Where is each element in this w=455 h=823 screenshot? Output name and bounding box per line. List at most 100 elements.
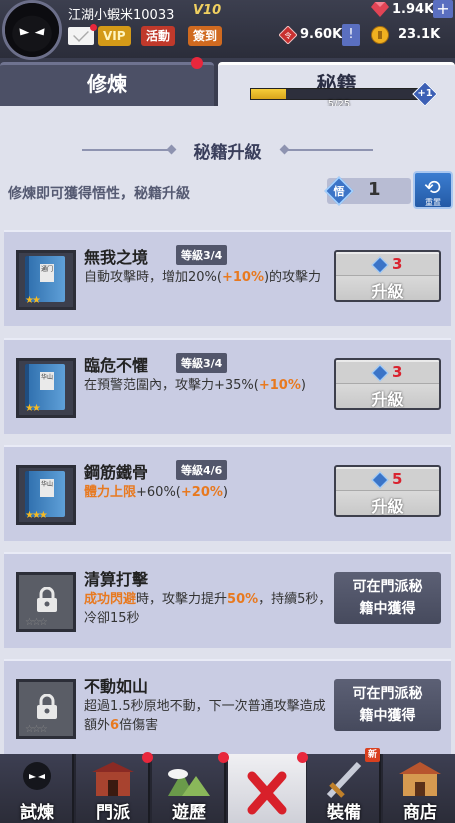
obtain-hint-line: 籍中獲得 — [359, 601, 416, 617]
cost-value: 5 — [392, 470, 403, 488]
event-button[interactable]: 活動 — [141, 26, 176, 46]
nav-shop[interactable]: 商店 — [383, 754, 455, 823]
obtain-hint-button[interactable]: 可在門派秘 籍中獲得 — [334, 679, 441, 731]
notification-dot — [90, 24, 97, 31]
desc-highlight: +10% — [258, 378, 301, 393]
nav-travel[interactable]: 遊歷 — [152, 754, 226, 823]
red-coin-icon: 令 — [279, 26, 297, 44]
close-button[interactable] — [228, 754, 306, 823]
lock-icon — [37, 694, 57, 719]
notification-dot — [297, 752, 308, 763]
desc-highlight: 6 — [110, 718, 120, 733]
skill-description: 成功閃避時，攻擊力提升50%，持續5秒，冷卻15秒 — [84, 590, 334, 628]
scenery-icon — [168, 769, 210, 796]
skill-card: 通门 ★★ 無我之境 等級3/4 自動攻擊時，增加20%(+10%)的攻擊力 3… — [4, 230, 451, 326]
gold-count: 23.1K — [398, 27, 441, 42]
vip-level: V10 — [193, 3, 222, 18]
obtain-hint-button[interactable]: 可在門派秘 籍中獲得 — [334, 572, 441, 624]
notification-dot — [191, 57, 203, 69]
insight-icon — [371, 471, 389, 489]
nav-label: 裝備 — [327, 803, 361, 823]
refresh-icon: ⟲ — [424, 175, 441, 199]
gem-count: 1.94K — [392, 2, 435, 17]
upgrade-button[interactable]: 3 升級 — [334, 250, 441, 302]
subtitle: 修煉即可獲得悟性，秘籍升級 — [8, 186, 190, 202]
desc-highlight: 50% — [227, 592, 259, 607]
skill-level: 等級3/4 — [176, 245, 228, 265]
main-panel: 秘籍升級 修煉即可獲得悟性，秘籍升級 悟 1 ⟲ 重置 通门 ★★ 無我之境 等… — [0, 106, 455, 755]
obtain-hint-line: 可在門派秘 — [352, 579, 423, 595]
reset-label: 重置 — [425, 198, 441, 207]
gate-icon — [92, 762, 134, 796]
notification-dot — [218, 752, 229, 763]
cost-row: 5 — [336, 469, 439, 491]
skill-card-locked: ☆☆☆ 不動如山 超過1.5秒原地不動，下一次普通攻擊造成額外6倍傷害 可在門派… — [4, 659, 451, 755]
upgrade-label: 升級 — [371, 390, 404, 409]
svg-text:令: 令 — [285, 31, 292, 40]
progress-fill — [251, 89, 287, 99]
info-button[interactable]: ! — [342, 24, 360, 46]
upgrade-label: 升級 — [371, 282, 404, 301]
star-rating: ☆☆☆ — [25, 724, 48, 735]
desc-text: 自動攻擊時，增加20%( — [84, 270, 222, 285]
desc-text: ) — [222, 485, 228, 500]
skill-image: ☆☆☆ — [16, 572, 76, 632]
cost-row: 3 — [336, 254, 439, 276]
obtain-hint-line: 可在門派秘 — [352, 686, 423, 702]
desc-text: )的攻擊力 — [263, 270, 322, 285]
skill-name: 無我之境 — [84, 248, 149, 267]
star-rating: ☆☆☆ — [25, 617, 48, 628]
book-label: 华山 — [40, 372, 54, 390]
nav-label: 商店 — [403, 803, 437, 823]
desc-text: 在預警范圍內，攻擊力+35%( — [84, 378, 259, 393]
desc-highlight: 成功閃避 — [84, 592, 137, 607]
desc-highlight: +20% — [180, 485, 223, 500]
skill-description: 超過1.5秒原地不動，下一次普通攻擊造成額外6倍傷害 — [84, 697, 334, 735]
nav-equip[interactable]: 裝備 — [307, 754, 381, 823]
book-label: 华山 — [40, 479, 54, 497]
desc-text: 倍傷害 — [119, 718, 159, 733]
nav-trial[interactable]: 試煉 — [0, 754, 74, 823]
divider — [285, 149, 373, 151]
ninja-avatar-icon — [5, 3, 59, 57]
shop-icon — [399, 762, 441, 796]
upgrade-label: 升級 — [371, 497, 404, 516]
skill-description: 在預警范圍內，攻擊力+35%(+10%) — [84, 376, 334, 395]
skill-name: 臨危不懼 — [84, 356, 149, 375]
nav-sect[interactable]: 門派 — [76, 754, 150, 823]
upgrade-button[interactable]: 5 升級 — [334, 465, 441, 517]
add-gems-button[interactable]: + — [433, 0, 453, 18]
desc-text: ) — [300, 378, 306, 393]
gem-icon — [371, 2, 389, 17]
avatar[interactable] — [2, 0, 62, 60]
plus-badge-label: +1 — [417, 88, 433, 99]
section-title: 秘籍升級 — [193, 143, 262, 163]
notification-dot — [142, 752, 153, 763]
star-rating: ★★ — [25, 295, 41, 306]
cost-value: 3 — [392, 255, 403, 273]
username: 江湖小蝦米10033 — [68, 8, 175, 23]
gold-coin-icon — [371, 26, 389, 44]
insight-icon — [371, 364, 389, 382]
skill-image: 华山 ★★ — [16, 358, 76, 418]
upgrade-button[interactable]: 3 升級 — [334, 358, 441, 410]
nav-label: 遊歷 — [172, 803, 206, 823]
close-icon — [247, 771, 287, 815]
desc-text: 時，攻擊力提升 — [136, 592, 228, 607]
cost-value: 3 — [392, 363, 403, 381]
tab-cultivate[interactable]: 修煉 — [0, 62, 214, 106]
vip-button[interactable]: VIP — [98, 26, 131, 46]
insight-value: 1 — [368, 179, 381, 200]
reset-button[interactable]: ⟲ 重置 — [413, 171, 453, 209]
bottom-nav: 試煉 門派 遊歷 裝備 商店 — [0, 754, 455, 823]
desc-highlight: 體力上限 — [84, 485, 137, 500]
skill-name: 清算打擊 — [84, 570, 149, 589]
skill-description: 體力上限+60%(+20%) — [84, 483, 334, 502]
signin-button[interactable]: 簽到 — [188, 26, 223, 46]
star-rating: ★★★ — [25, 510, 48, 521]
nav-label: 門派 — [96, 803, 130, 823]
skill-name: 不動如山 — [84, 677, 149, 696]
nav-label: 試煉 — [20, 803, 54, 823]
skill-card-locked: ☆☆☆ 清算打擊 成功閃避時，攻擊力提升50%，持續5秒，冷卻15秒 可在門派秘… — [4, 552, 451, 648]
skill-card: 华山 ★★ 臨危不懼 等級3/4 在預警范圍內，攻擊力+35%(+10%) 3 … — [4, 338, 451, 434]
